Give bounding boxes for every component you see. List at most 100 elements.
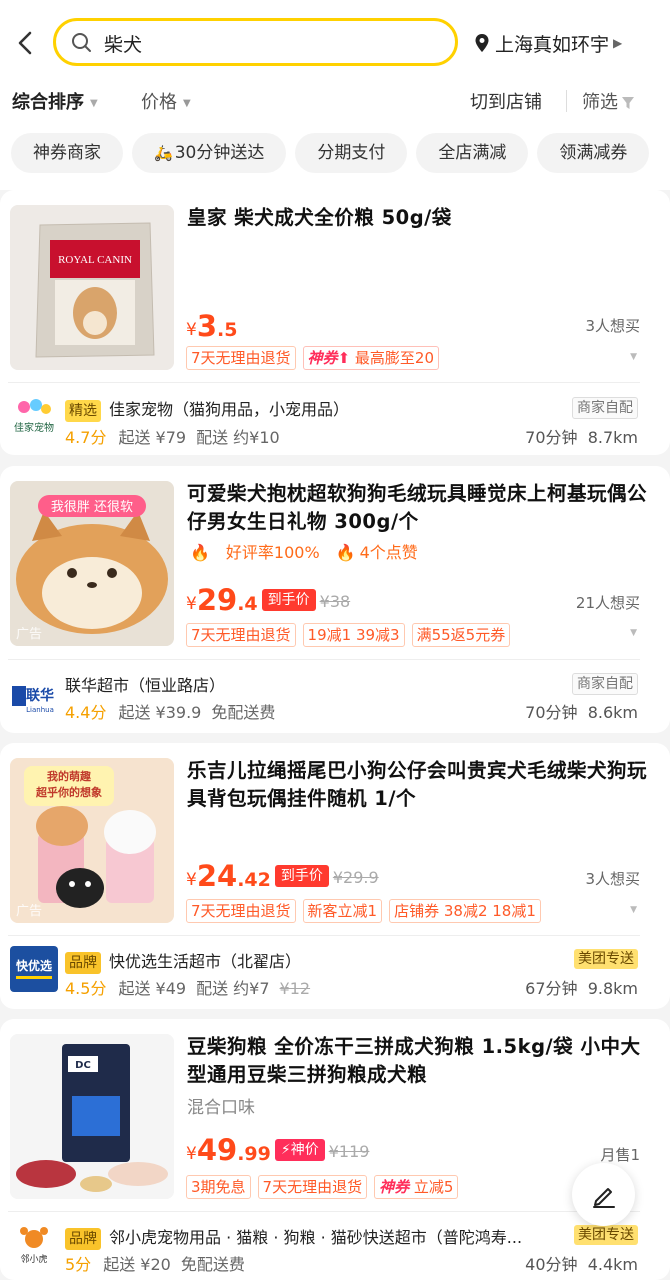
filter-chips: 神券商家 🛵 30分钟送达 分期支付 全店满减 领满减券 [11,133,658,173]
shop-meta: 5分 起送 ¥20 免配送费 [65,1251,255,1275]
chip-installment[interactable]: 分期支付 [295,133,408,173]
original-price: ¥29.9 [332,868,379,887]
shop-rating: 4.5分 [65,979,107,998]
shop-logo[interactable]: 佳家宠物 [10,395,58,441]
currency-symbol: ¥ [186,320,197,340]
divider [8,659,640,660]
location-pin-icon [475,34,489,52]
fire-icon: 🔥 [190,543,210,562]
shop-distance: 67分钟 9.8km [525,975,638,999]
divider [8,935,640,936]
product-card[interactable]: DC 豆柴狗粮 全价冻干三拼成犬狗粮 1.5kg/袋 小中大型通用豆柴三拼狗粮成… [0,1019,670,1280]
coupon-label: 神券 [307,349,338,367]
shop-logo[interactable]: 快优选 [10,946,58,992]
want-count: 21人想买 [575,594,640,612]
coupon-text: 立减5 [413,1178,454,1196]
search-input[interactable]: 柴犬 [53,18,458,66]
shop-logo-subtext: Lianhua [26,706,54,714]
shop-logo-image: 邻小虎 [20,1227,48,1265]
final-price-label: 到手价 [261,589,316,611]
expand-icon[interactable]: ▼ [630,352,637,362]
pencil-icon [593,1188,615,1208]
tag: 店铺券 38减2 18减1 [389,899,541,923]
chip-store-discount[interactable]: 全店满减 [416,133,529,173]
tag-list: 7天无理由退货 19减1 39减3 满55返5元券 [186,623,517,647]
shop-logo-image: 佳家宠物 [14,399,54,434]
shop-logo-text: 邻小虎 [20,1253,47,1265]
rider-icon: 🛵 [154,144,173,162]
ship-tag: 商家自配 [572,673,638,695]
product-card[interactable]: ROYAL CANIN 皇家 柴犬成犬全价粮 50g/袋 ¥3.5 3人想买 7… [0,190,670,455]
product-title[interactable]: 可爱柴犬抱枕超软狗狗毛绒玩具睡觉床上柯基玩偶公仔男女生日礼物 300g/个 [187,480,652,536]
top-header: 柴犬 上海真如环宇 ▶ 综合排序 ▼ 价格 ▼ 切到店铺 筛选 神券商家 🛵 30分钟送… [0,0,670,190]
min-order: 起送 ¥49 [118,979,187,998]
want-count: 3人想买 [585,317,640,335]
delivery-time: 70分钟 [525,703,578,722]
sort-comprehensive[interactable]: 综合排序 ▼ [12,88,98,114]
chip-coupon-merchant[interactable]: 神券商家 [11,133,123,173]
coupon-tag: 神券⬆ 最高膨至20 [302,346,440,370]
shop-distance: 40分钟 4.4km [525,1251,638,1275]
product-title[interactable]: 乐吉儿拉绳摇尾巴小狗公仔会叫贵宾犬毛绒柴犬狗玩具背包玩偶挂件随机 1/个 [187,757,652,813]
like-count: 4个点赞 [359,543,418,562]
tag: 7天无理由退货 [186,899,296,923]
final-price-label: 到手价 [274,865,329,887]
package-brand-text: DC [75,1060,91,1071]
back-button[interactable] [10,24,44,62]
shop-logo[interactable]: 邻小虎 [10,1222,58,1268]
shop-name[interactable]: 品牌 快优选生活超市（北翟店） [65,948,301,974]
shop-name[interactable]: 联华超市（恒业路店） [65,672,225,696]
coupon-tag: 神券 立减5 [374,1175,459,1199]
original-price: ¥38 [319,592,351,611]
chip-claim-coupon[interactable]: 领满减券 [537,133,650,173]
tag: 7天无理由退货 [257,1175,368,1199]
want-count: 3人想买 [585,870,640,888]
delivery-fee: 免配送费 [211,703,276,722]
filter-button[interactable]: 筛选 [582,88,635,114]
product-image[interactable]: 我很胖 还很软 广告 [10,481,174,646]
price: ¥49.99 ⚡神价 ¥119 [186,1135,369,1165]
shop-badge: 品牌 [65,1228,101,1250]
distance: 8.7km [587,428,638,447]
product-photo: 我很胖 还很软 [10,481,174,646]
shop-logo[interactable]: 联华 Lianhua [10,674,58,720]
shop-name[interactable]: 品牌 邻小虎宠物用品 · 猫粮 · 狗粮 · 猫砂快送超市（普陀鸿寿... [65,1224,525,1250]
shop-rating: 4.4分 [65,703,107,722]
shop-name-text: 邻小虎宠物用品 · 猫粮 · 狗粮 · 猫砂快送超市（普陀鸿寿... [109,1228,523,1247]
min-order: 起送 ¥79 [118,428,187,447]
product-image[interactable]: ROYAL CANIN [10,205,174,370]
product-card[interactable]: 我的萌趣 超乎你的想象 广告 乐吉儿拉绳摇尾巴小狗公仔会叫贵宾犬毛绒柴犬狗玩具背… [0,743,670,1009]
expand-icon[interactable]: ▼ [630,905,637,915]
search-query: 柴犬 [104,34,143,56]
tag-list: 7天无理由退货 新客立减1 店铺券 38减2 18减1 [186,899,548,923]
delivery-fee: 配送 约¥10 [196,428,280,447]
chevron-left-icon [18,31,32,55]
chevron-right-icon: ▶ [613,36,623,50]
final-price-label-text: 神价 [290,1142,319,1158]
product-image[interactable]: DC [10,1034,174,1199]
tag-list: 3期免息 7天无理由退货 神券 立减5 [186,1175,465,1199]
shop-name[interactable]: 精选 佳家宠物（猫狗用品，小宠用品） [65,396,349,422]
ship-tag: 商家自配 [572,397,638,419]
tag: 7天无理由退货 [186,623,296,647]
shop-distance: 70分钟 8.6km [525,699,638,723]
chip-30min-delivery[interactable]: 🛵 30分钟送达 [132,133,287,173]
currency-symbol: ¥ [186,1144,197,1164]
shop-meta: 4.7分 起送 ¥79 配送 约¥10 [65,424,290,448]
product-title[interactable]: 皇家 柴犬成犬全价粮 50g/袋 [187,204,652,232]
switch-to-store-button[interactable]: 切到店铺 [470,88,542,114]
product-image[interactable]: 我的萌趣 超乎你的想象 广告 [10,758,174,923]
filter-icon [622,97,634,109]
tag: 新客立减1 [302,899,383,923]
caret-down-icon: ▼ [183,97,191,109]
shop-badge: 品牌 [65,952,101,974]
product-card[interactable]: 我很胖 还很软 广告 可爱柴犬抱枕超软狗狗毛绒玩具睡觉床上柯基玩偶公仔男女生日礼… [0,466,670,733]
sort-price[interactable]: 价格 ▼ [141,88,191,114]
shop-rating: 5分 [65,1255,92,1274]
location-selector[interactable]: 上海真如环宇 ▶ [474,30,622,56]
floating-edit-button[interactable] [572,1163,635,1226]
expand-icon[interactable]: ▼ [630,628,637,638]
product-title[interactable]: 豆柴狗粮 全价冻干三拼成犬狗粮 1.5kg/袋 小中大型通用豆柴三拼狗粮成犬粮 [187,1033,652,1089]
price: ¥3.5 [186,311,241,341]
currency-symbol: ¥ [186,870,197,890]
